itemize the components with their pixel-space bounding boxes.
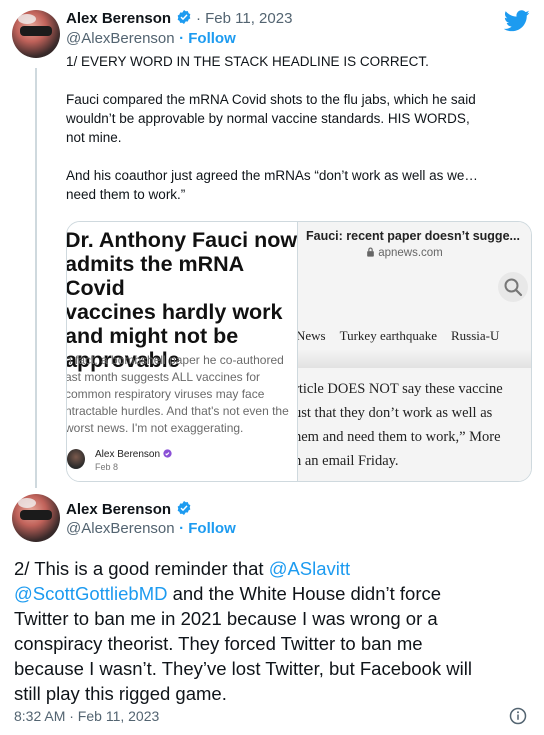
tweet2-line: still play this rigged game. (14, 683, 227, 704)
byline-name: Alex Berenson (95, 449, 172, 460)
ap-url: apnews.com (366, 247, 443, 259)
author-name[interactable]: Alex Berenson (66, 501, 171, 518)
verified-badge-icon (177, 10, 190, 24)
follow-button[interactable]: · Follow (179, 520, 236, 537)
headline-line: and might not be (67, 324, 239, 348)
ap-divider (298, 350, 531, 368)
ap-url-text: apnews.com (378, 247, 443, 259)
tweet2-text-segment: 2/ This is a good reminder that (14, 558, 269, 579)
info-icon[interactable] (509, 707, 527, 725)
ap-nav-bar: News Turkey earthquake Russia-U (298, 328, 531, 344)
subtitle-line: n fact, a bombshell paper he co-authored (67, 353, 284, 367)
ap-search-button (498, 272, 528, 302)
headline-line: vaccines hardly work (67, 300, 283, 324)
subtitle-line: ast month suggests ALL vaccines for (67, 370, 260, 384)
byline-name-text: Alex Berenson (95, 449, 161, 460)
ap-body-line: nem and need them to work,” More (298, 429, 501, 445)
tweet2-line: because I wasn’t. They’ve lost Twitter, … (14, 658, 472, 679)
author-avatar[interactable] (12, 10, 60, 58)
ap-nav-item: News (298, 328, 326, 343)
tweet1-para2-line1: Fauci compared the mRNA Covid shots to t… (66, 92, 476, 107)
ap-article-title: Fauci: recent paper doesn’t sugge... (306, 229, 520, 243)
attached-images-card[interactable]: Dr. Anthony Fauci now admits the mRNA Co… (66, 221, 532, 482)
tweet2-line: Twitter to ban me in 2021 because I was … (14, 608, 438, 629)
apnews-screenshot[interactable]: Fauci: recent paper doesn’t sugge... apn… (298, 222, 531, 481)
byline-date: Feb 8 (95, 462, 119, 472)
byline-avatar (67, 449, 85, 469)
tweet1-handle-row: @AlexBerenson · Follow (66, 30, 236, 48)
follow-button[interactable]: · Follow (179, 30, 236, 47)
mention-link[interactable]: @ASlavitt (269, 558, 351, 579)
tweet2-line: conspiracy theorist. They forced Twitter… (14, 633, 423, 654)
card-subtitle: n fact, a bombshell paper he co-authored… (67, 352, 297, 437)
verified-badge-icon (177, 501, 190, 515)
ap-nav-item: Russia-U (450, 328, 500, 343)
tweet2-handle-row: @AlexBerenson · Follow (66, 520, 236, 538)
tweet1-text: 1/ EVERY WORD IN THE STACK HEADLINE IS C… (66, 52, 526, 204)
ap-body-line: rticle DOES NOT say these vaccine (298, 381, 503, 397)
author-handle[interactable]: @AlexBerenson (66, 520, 175, 537)
subtitle-line: worst news. I'm not exaggerating. (67, 421, 244, 435)
ap-body-line: ust that they don’t work as well as (298, 405, 493, 421)
tweet1-para1: 1/ EVERY WORD IN THE STACK HEADLINE IS C… (66, 54, 429, 69)
substack-screenshot[interactable]: Dr. Anthony Fauci now admits the mRNA Co… (67, 222, 297, 481)
mention-link[interactable]: @ScottGottliebMD (14, 583, 167, 604)
subtitle-line: ntractable hurdles. And that's not even … (67, 404, 289, 418)
twitter-bird-icon[interactable] (504, 10, 530, 32)
thread-line (35, 68, 37, 488)
ap-article-body: rticle DOES NOT say these vaccine ust th… (298, 377, 531, 473)
headline-line: Dr. Anthony Fauci now (67, 228, 297, 252)
lock-icon (367, 247, 374, 257)
author-avatar[interactable] (12, 494, 60, 542)
tweet1-para2-line2: wouldn’t be approvable by normal vaccine… (66, 111, 470, 126)
ap-nav-item: Turkey earthquake (339, 328, 437, 343)
author-handle[interactable]: @AlexBerenson (66, 30, 175, 47)
tweet2-text-segment: and the White House didn’t force (167, 583, 442, 604)
headline-line: admits the mRNA Covid (67, 252, 244, 300)
tweet2-text: 2/ This is a good reminder that @ASlavit… (14, 556, 534, 706)
tweet1-para3-line1: And his coauthor just agreed the mRNAs “… (66, 168, 478, 183)
tweet1-header: Alex Berenson · Feb 11, 2023 (66, 9, 292, 28)
subtitle-line: common respiratory viruses may face (67, 387, 265, 401)
tweet1-para3-line2: need them to work.” (66, 187, 186, 202)
search-icon (504, 278, 523, 297)
tweet1-para2-line3: not mine. (66, 130, 122, 145)
verified-badge-icon (163, 449, 172, 458)
ap-body-line: n an email Friday. (298, 453, 399, 469)
tweet2-header: Alex Berenson (66, 500, 192, 519)
post-timestamp[interactable]: 8:32 AM · Feb 11, 2023 (14, 708, 159, 724)
card-headline: Dr. Anthony Fauci now admits the mRNA Co… (67, 228, 297, 372)
post-date[interactable]: · Feb 11, 2023 (196, 10, 292, 27)
author-name[interactable]: Alex Berenson (66, 10, 171, 27)
